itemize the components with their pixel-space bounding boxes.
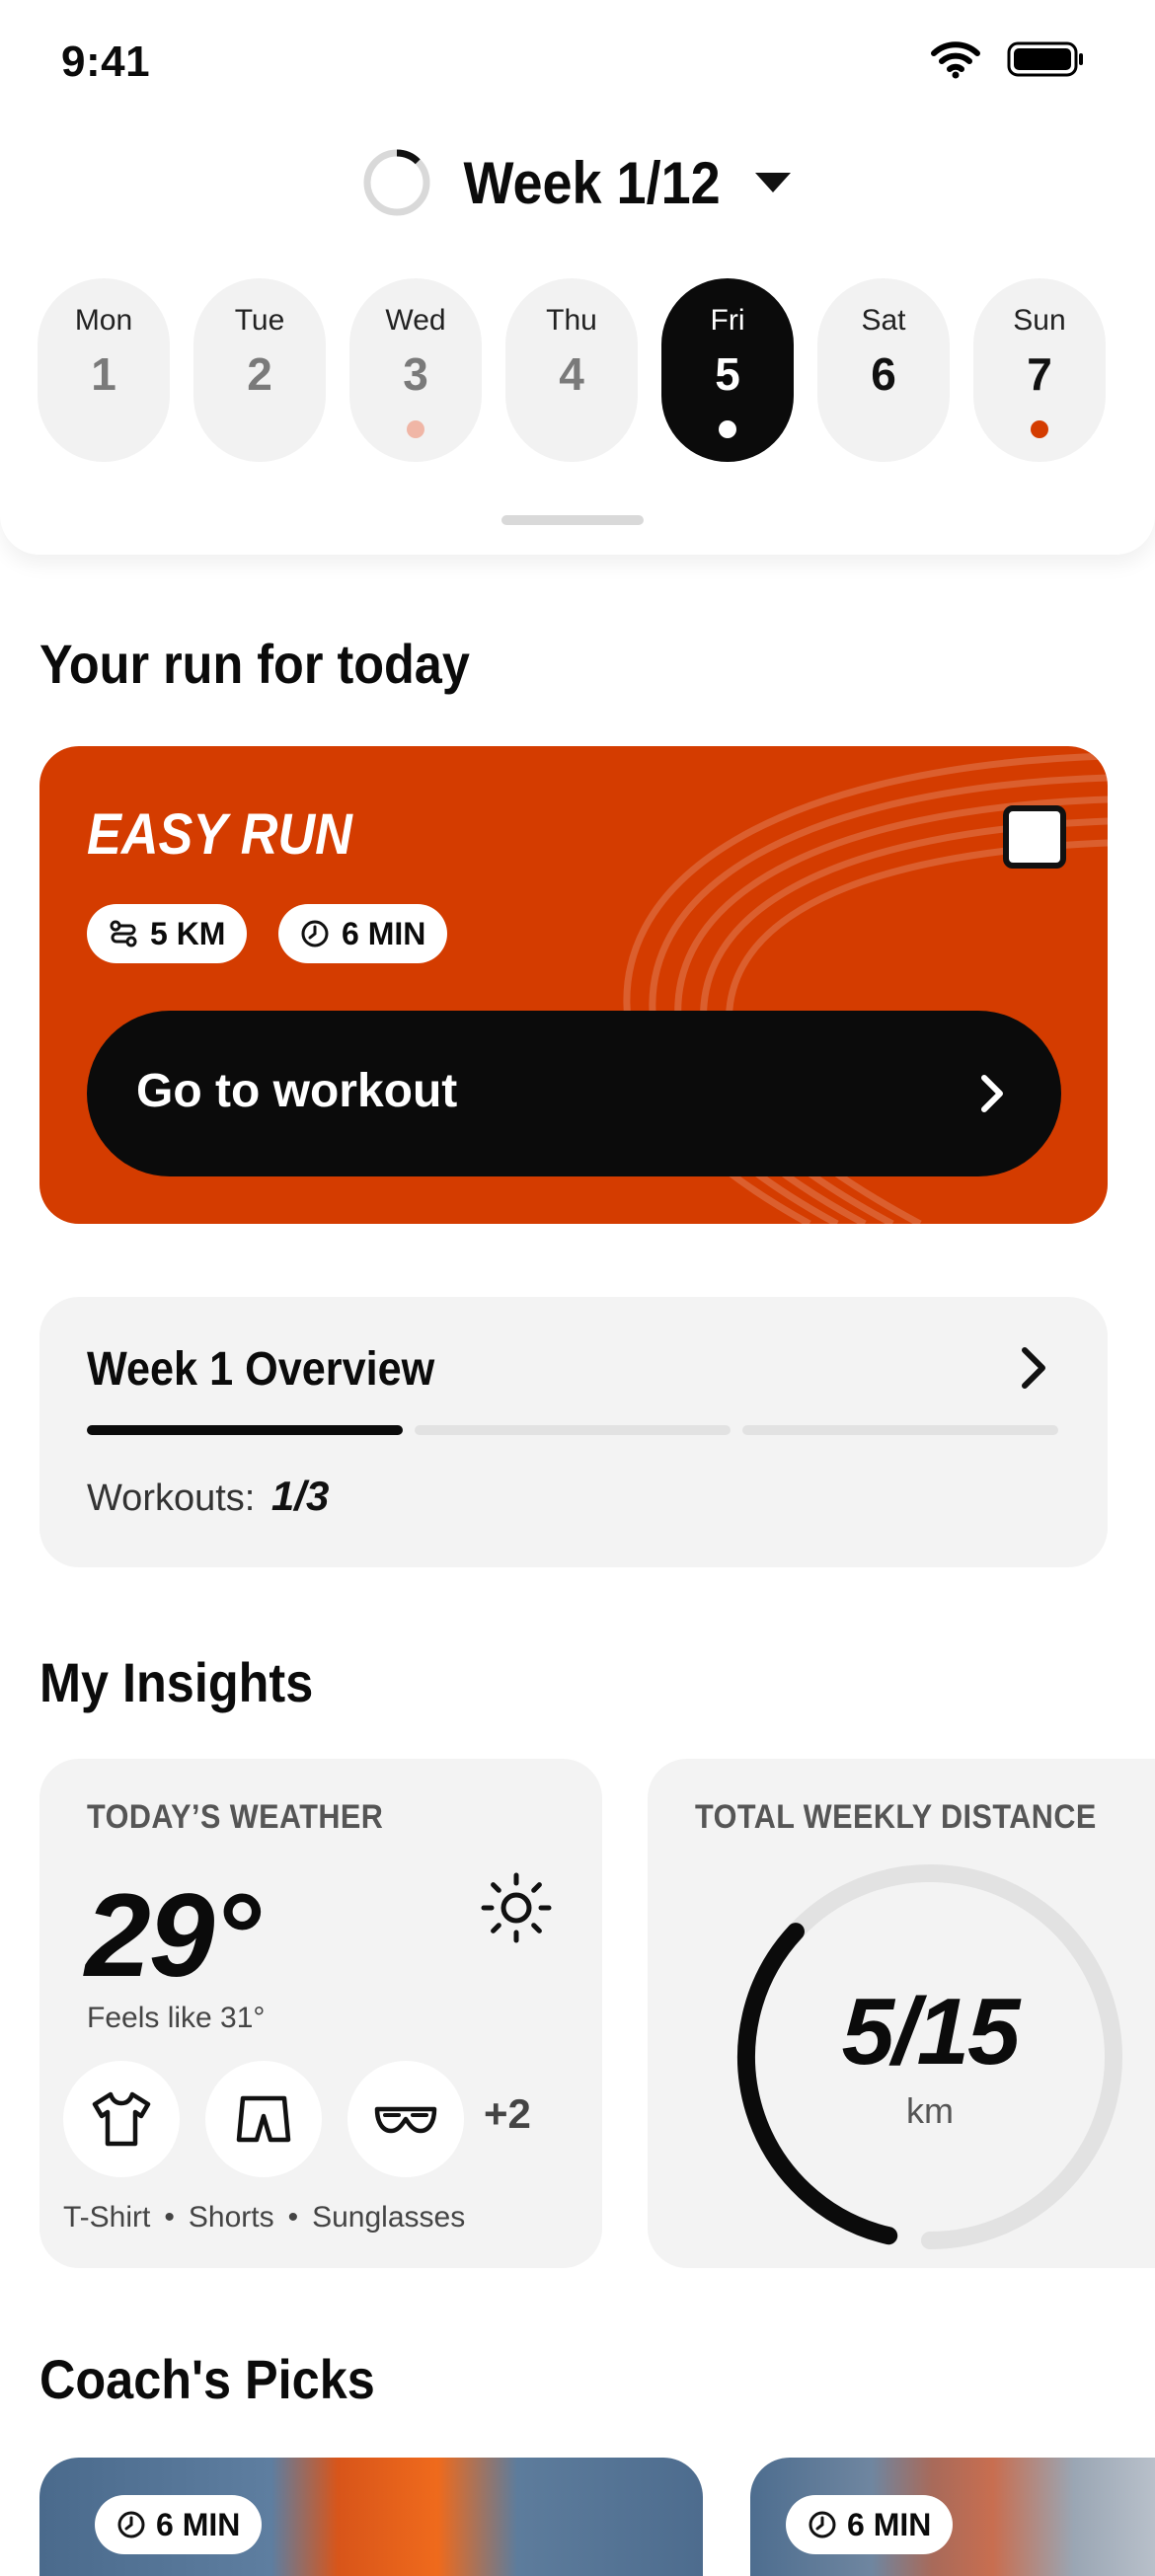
temperature: 29° bbox=[85, 1869, 260, 2002]
separator: • bbox=[164, 2201, 175, 2234]
day-name: Tue bbox=[234, 304, 285, 337]
sunglasses-icon bbox=[374, 2106, 437, 2134]
duration-chip: 6 MIN bbox=[278, 904, 448, 963]
week-header-sheet bbox=[0, 0, 1155, 555]
day-name: Thu bbox=[546, 304, 597, 337]
day-number: 3 bbox=[403, 348, 428, 400]
progress-segment bbox=[415, 1425, 731, 1435]
today-heading: Your run for today bbox=[39, 633, 470, 695]
wifi-icon bbox=[931, 41, 980, 79]
workout-dot bbox=[407, 420, 424, 438]
day-number: 2 bbox=[247, 348, 272, 400]
day-name: Sat bbox=[861, 304, 906, 337]
clock-icon bbox=[117, 2511, 145, 2538]
go-to-workout-label: Go to workout bbox=[136, 1065, 458, 1117]
shorts-icon bbox=[236, 2095, 291, 2143]
distance-label: 5 KM bbox=[150, 915, 226, 951]
day-name: Sun bbox=[1013, 304, 1066, 337]
gear-name: Sunglasses bbox=[312, 2201, 466, 2234]
route-icon bbox=[110, 920, 137, 947]
weather-label: TODAY’S WEATHER bbox=[87, 1798, 384, 1836]
coach-pick-card[interactable]: 6 MIN bbox=[39, 2458, 703, 2576]
more-gear-count: +2 bbox=[484, 2090, 531, 2137]
coach-picks-heading: Coach's Picks bbox=[39, 2348, 375, 2410]
gear-shorts bbox=[205, 2061, 322, 2177]
day-number: 7 bbox=[1027, 348, 1052, 400]
day-sat[interactable]: Sat 6 bbox=[817, 278, 950, 462]
gear-name: Shorts bbox=[188, 2201, 274, 2234]
caret-down-icon bbox=[754, 173, 791, 192]
day-wed[interactable]: Wed 3 bbox=[349, 278, 482, 462]
coach-pick-card[interactable]: 6 MIN bbox=[750, 2458, 1155, 2576]
chevron-right-icon bbox=[1022, 1347, 1045, 1389]
day-mon[interactable]: Mon 1 bbox=[38, 278, 170, 462]
feels-like: Feels like 31° bbox=[87, 2002, 266, 2034]
week-progress-ring-icon bbox=[363, 149, 430, 216]
day-fri[interactable]: Fri 5 bbox=[661, 278, 794, 462]
day-name: Fri bbox=[710, 304, 745, 337]
insights-heading: My Insights bbox=[39, 1651, 314, 1713]
pick-duration-chip: 6 MIN bbox=[95, 2495, 263, 2554]
duration-label: 6 MIN bbox=[342, 915, 426, 951]
overview-title: Week 1 Overview bbox=[87, 1343, 435, 1396]
day-tue[interactable]: Tue 2 bbox=[193, 278, 326, 462]
day-thu[interactable]: Thu 4 bbox=[505, 278, 638, 462]
week-selector[interactable]: Week 1/12 bbox=[0, 148, 1155, 217]
progress-segment bbox=[87, 1425, 403, 1435]
day-number: 4 bbox=[559, 348, 584, 400]
pick-duration: 6 MIN bbox=[847, 2506, 932, 2542]
chevron-right-icon bbox=[981, 1075, 1003, 1112]
workouts-count: Workouts: 1/3 bbox=[87, 1473, 329, 1520]
workout-dot bbox=[719, 420, 736, 438]
distance-unit: km bbox=[906, 2090, 954, 2131]
today-run-card[interactable]: EASY RUN 5 KM 6 MIN Go to workout bbox=[39, 746, 1108, 1224]
day-name: Mon bbox=[74, 304, 133, 337]
day-sun[interactable]: Sun 7 bbox=[973, 278, 1106, 462]
day-name: Wed bbox=[385, 304, 446, 337]
week-overview-card[interactable]: Week 1 Overview Workouts: 1/3 bbox=[39, 1297, 1108, 1567]
distance-chip: 5 KM bbox=[87, 904, 248, 963]
clock-icon bbox=[301, 920, 329, 947]
go-to-workout-button[interactable]: Go to workout bbox=[87, 1011, 1061, 1176]
day-number: 5 bbox=[715, 348, 740, 400]
pick-duration-chip: 6 MIN bbox=[786, 2495, 954, 2554]
separator: • bbox=[287, 2201, 299, 2234]
workout-dot bbox=[1031, 420, 1048, 438]
status-time: 9:41 bbox=[61, 38, 151, 86]
gear-name: T-Shirt bbox=[63, 2201, 151, 2234]
workout-title: EASY RUN bbox=[87, 802, 352, 867]
gear-tshirt bbox=[63, 2061, 180, 2177]
workouts-label: Workouts: bbox=[87, 1477, 256, 1519]
pick-duration: 6 MIN bbox=[156, 2506, 241, 2542]
week-title: Week 1/12 bbox=[463, 149, 722, 216]
day-number: 1 bbox=[91, 348, 116, 400]
day-number: 6 bbox=[871, 348, 896, 400]
battery-icon bbox=[1007, 41, 1083, 77]
clock-icon bbox=[808, 2511, 836, 2538]
tshirt-icon bbox=[92, 2091, 151, 2147]
gear-names: T-Shirt • Shorts • Sunglasses bbox=[63, 2201, 465, 2235]
progress-segment bbox=[742, 1425, 1058, 1435]
complete-checkbox[interactable] bbox=[1003, 805, 1066, 869]
sun-icon bbox=[481, 1872, 552, 1943]
distance-value: 5/15 bbox=[841, 1979, 1021, 2084]
gear-sunglasses bbox=[347, 2061, 464, 2177]
sheet-drag-handle[interactable] bbox=[501, 515, 644, 525]
status-icons bbox=[930, 39, 1086, 79]
weather-card[interactable]: TODAY’S WEATHER 29° Feels like 31° +2 T-… bbox=[39, 1759, 602, 2268]
day-strip: Mon 1 Tue 2 Wed 3 Thu 4 Fri 5 Sat 6 Sun … bbox=[38, 278, 1106, 462]
weekly-distance-card[interactable]: TOTAL WEEKLY DISTANCE 5/15 km bbox=[648, 1759, 1155, 2268]
workouts-value: 1/3 bbox=[270, 1473, 330, 1519]
